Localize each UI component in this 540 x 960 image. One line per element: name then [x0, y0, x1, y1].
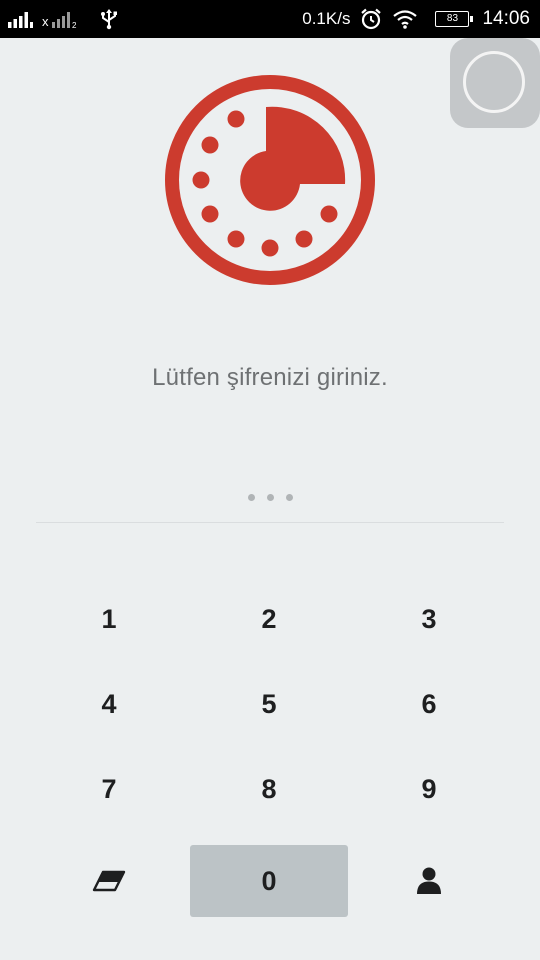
battery-icon: 83 — [435, 11, 474, 27]
no-sim-signal-icon: x 2 — [42, 12, 77, 28]
status-bar-left: x 2 — [8, 0, 120, 38]
signal-icon — [8, 12, 33, 28]
wifi-icon — [393, 10, 418, 29]
eraser-icon — [92, 870, 126, 892]
key-6[interactable]: 6 — [350, 668, 508, 740]
svg-text:2: 2 — [72, 21, 77, 28]
person-icon — [417, 867, 441, 894]
app-logo-icon — [165, 75, 375, 285]
key-2[interactable]: 2 — [190, 583, 348, 655]
pin-divider — [36, 522, 504, 523]
key-3[interactable]: 3 — [350, 583, 508, 655]
key-0[interactable]: 0 — [190, 845, 348, 917]
status-bar: x 2 0.1K/s 83 14:06 — [0, 0, 540, 38]
pin-dot — [285, 494, 293, 501]
user-button[interactable] — [350, 845, 508, 917]
key-4[interactable]: 4 — [30, 668, 188, 740]
key-1[interactable]: 1 — [30, 583, 188, 655]
key-5[interactable]: 5 — [190, 668, 348, 740]
numeric-keypad: 1 2 3 4 5 6 7 8 9 0 — [30, 583, 510, 923]
erase-button[interactable] — [30, 845, 188, 917]
key-9[interactable]: 9 — [350, 753, 508, 825]
usb-icon — [101, 9, 117, 30]
pin-entry-indicator — [0, 494, 540, 506]
battery-level: 83 — [446, 13, 459, 24]
password-prompt: Lütfen şifrenizi giriniz. — [152, 364, 388, 391]
network-speed: 0.1K/s — [302, 9, 351, 28]
floating-assistive-button[interactable] — [450, 38, 540, 128]
status-bar-right: 0.1K/s 83 14:06 — [302, 0, 530, 38]
pin-dot — [266, 494, 274, 501]
pin-dot — [247, 494, 255, 501]
key-8[interactable]: 8 — [190, 753, 348, 825]
assistive-ring-icon — [463, 51, 525, 113]
clock-time: 14:06 — [482, 8, 530, 29]
key-7[interactable]: 7 — [30, 753, 188, 825]
lock-screen: x 2 0.1K/s 83 14:06 Lütfen şifrenizi gir… — [0, 0, 540, 960]
alarm-clock-icon — [361, 8, 382, 30]
svg-text:x: x — [42, 14, 49, 28]
